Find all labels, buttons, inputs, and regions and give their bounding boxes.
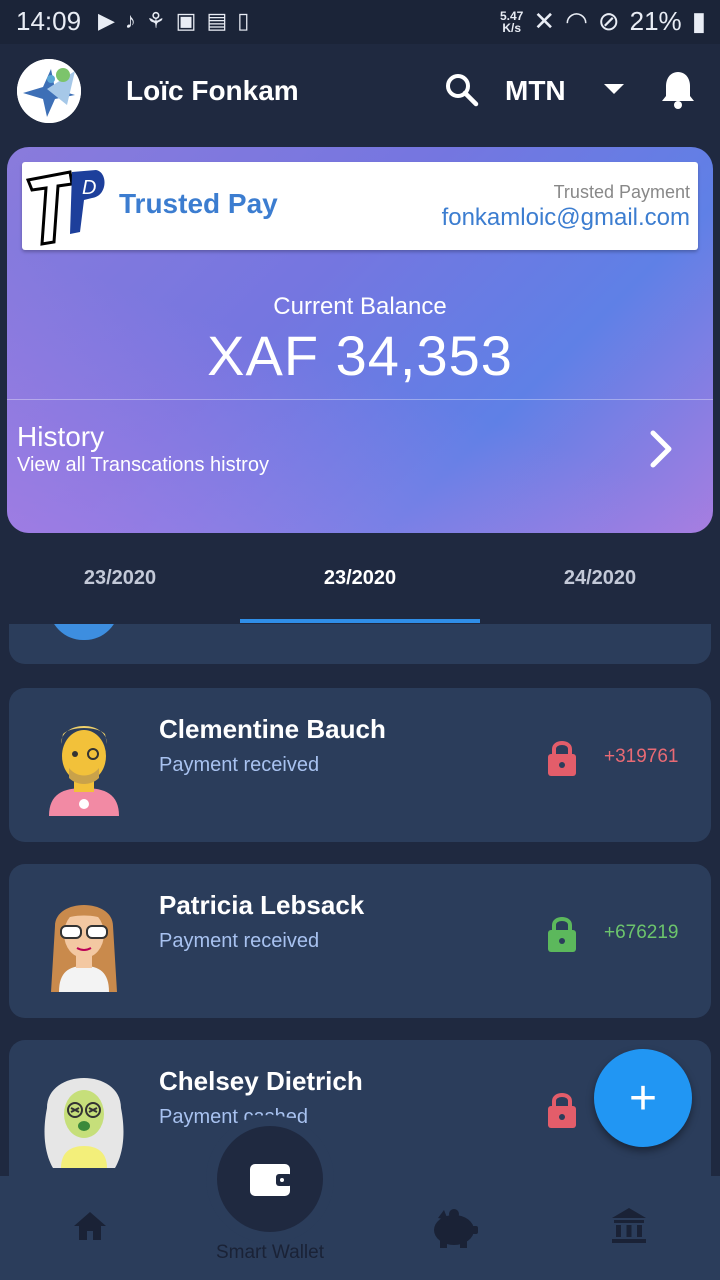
transaction-row[interactable]: Clementine Bauch Payment received +31976… xyxy=(9,688,711,842)
list-item[interactable] xyxy=(9,624,711,664)
smart-wallet-button[interactable] xyxy=(217,1126,323,1232)
svg-text:D: D xyxy=(82,177,96,199)
transaction-status: Payment received xyxy=(159,930,320,952)
mute-icon: ✕ xyxy=(533,6,556,36)
brand-name: Trusted Pay xyxy=(119,188,278,219)
tab-date-2[interactable]: 23/2020 xyxy=(240,567,480,590)
status-time: 14:09 xyxy=(16,6,82,36)
avatar xyxy=(49,624,119,640)
brand-subtitle: Trusted Payment xyxy=(553,182,690,202)
music-icon: ♪ xyxy=(124,8,136,33)
avatar xyxy=(51,905,117,992)
balance-card: D Trusted Pay Trusted Payment fonkamloic… xyxy=(7,147,713,533)
avatar xyxy=(49,726,119,816)
lock-icon[interactable] xyxy=(545,738,579,778)
card-divider xyxy=(7,399,713,400)
chevron-right-icon[interactable] xyxy=(645,427,677,471)
trusted-pay-logo: D xyxy=(26,170,105,246)
carrier-selector[interactable]: MTN xyxy=(505,75,566,107)
app-notification-icon: ⚘ xyxy=(145,8,166,33)
transaction-name: Patricia Lebsack xyxy=(159,890,365,920)
battery-percent: 21% xyxy=(629,6,682,36)
profile-avatar[interactable] xyxy=(17,59,81,123)
status-bar: 14:09 ▶ ♪ ⚘ ▣ ▤ ▯ 5.47 K/s ✕ ◠ ⊘ 21% ▮ xyxy=(0,0,720,44)
network-speed: 5.47 K/s xyxy=(500,10,523,34)
tab-date-1[interactable]: 23/2020 xyxy=(0,567,240,590)
bottom-nav xyxy=(0,1176,720,1280)
history-subtitle[interactable]: View all Transcations histroy xyxy=(17,454,269,477)
app-bar: Loïc Fonkam MTN xyxy=(0,44,720,142)
avatar xyxy=(44,1078,124,1168)
chevron-down-icon[interactable] xyxy=(604,84,624,94)
transaction-amount: +676219 xyxy=(604,922,679,943)
home-icon[interactable] xyxy=(72,1210,108,1242)
status-right: 5.47 K/s ✕ ◠ ⊘ 21% ▮ xyxy=(500,6,706,37)
tab-indicator xyxy=(240,619,480,623)
play-icon: ▶ xyxy=(98,8,115,33)
balance-value: XAF 34,353 xyxy=(207,324,513,387)
account-email: fonkamloic@gmail.com xyxy=(441,204,690,231)
history-title[interactable]: History xyxy=(17,421,104,453)
transaction-row[interactable]: Patricia Lebsack Payment received +67621… xyxy=(9,864,711,1018)
dnd-icon: ⊘ xyxy=(597,6,620,36)
image-icon: ▣ xyxy=(175,8,197,33)
transaction-status: Payment received xyxy=(159,754,320,776)
search-icon[interactable] xyxy=(444,72,480,108)
transaction-name: Clementine Bauch xyxy=(159,714,386,744)
trusted-pay-banner: D Trusted Pay Trusted Payment fonkamloic… xyxy=(22,162,698,250)
smart-wallet-label[interactable]: Smart Wallet xyxy=(0,1242,540,1264)
date-tabs: 23/2020 23/2020 24/2020 xyxy=(0,545,720,625)
bell-icon[interactable] xyxy=(660,70,696,110)
wifi-icon: ◠ xyxy=(565,6,588,36)
user-name: Loïc Fonkam xyxy=(126,75,299,106)
card-icon: ▯ xyxy=(237,8,250,33)
notification-icons: ▶ ♪ ⚘ ▣ ▤ ▯ xyxy=(98,8,249,34)
speed-value: 5.47 xyxy=(500,8,524,23)
balance-label: Current Balance xyxy=(273,293,447,320)
bank-icon[interactable] xyxy=(610,1206,648,1246)
lock-icon[interactable] xyxy=(545,1090,579,1130)
speed-unit: K/s xyxy=(502,20,522,35)
add-transaction-button[interactable]: + xyxy=(594,1049,692,1147)
transaction-amount: +319761 xyxy=(604,746,679,767)
unlock-icon[interactable] xyxy=(545,914,579,954)
battery-icon: ▮ xyxy=(691,6,706,36)
calendar-icon: ▤ xyxy=(206,8,228,33)
wallet-icon xyxy=(250,1164,292,1196)
tab-date-3[interactable]: 24/2020 xyxy=(480,567,720,590)
transaction-name: Chelsey Dietrich xyxy=(159,1066,363,1096)
